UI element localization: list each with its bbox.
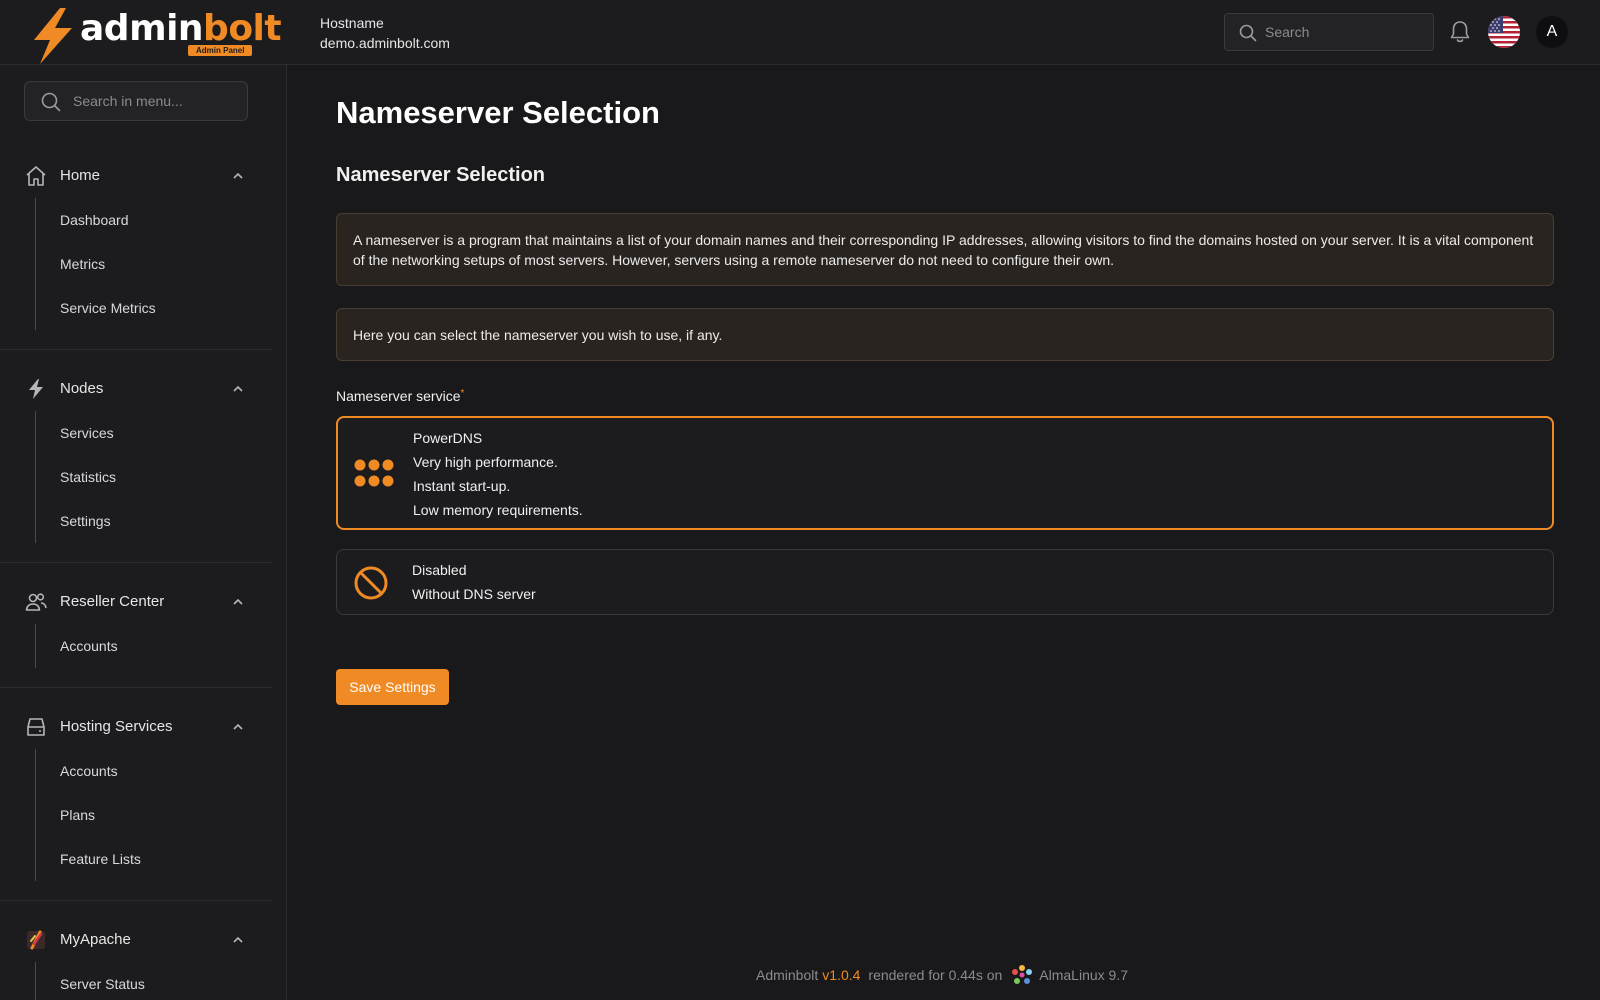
sidebar-item-dashboard[interactable]: Dashboard: [36, 198, 272, 242]
footer-os: AlmaLinux 9.7: [1039, 967, 1128, 983]
notifications-bell-icon[interactable]: [1449, 20, 1471, 44]
sidebar-divider: [0, 562, 272, 563]
sidebar-group-label: Hosting Services: [60, 718, 173, 735]
sidebar-group-myapache: MyApache Server Status: [0, 918, 272, 1000]
hostname-label: Hostname: [320, 15, 384, 31]
bolt-icon: [29, 379, 43, 399]
nameserver-field-label: Nameserver service*: [336, 388, 465, 404]
sidebar: Home Dashboard Metrics Service Metrics N…: [0, 65, 287, 1000]
page-title: Nameserver Selection: [336, 95, 660, 130]
chevron-up-icon: [233, 598, 243, 605]
footer-render-text: rendered for 0.44s on: [868, 967, 1003, 983]
adminbolt-logo[interactable]: adminbolt Admin Panel: [30, 6, 282, 64]
sidebar-group-label: Reseller Center: [60, 593, 165, 610]
sidebar-submenu: Accounts Plans Feature Lists: [35, 749, 272, 881]
users-icon: [25, 593, 47, 611]
sidebar-group-myapache-toggle[interactable]: MyApache: [0, 918, 272, 962]
option-feature: Instant start-up.: [413, 478, 511, 494]
footer-app-name: Adminbolt: [756, 967, 819, 983]
sidebar-group-nodes-toggle[interactable]: Nodes: [0, 367, 272, 411]
sidebar-group-label: MyApache: [60, 931, 131, 948]
sidebar-group-reseller-toggle[interactable]: Reseller Center: [0, 580, 272, 624]
user-avatar[interactable]: A: [1536, 16, 1568, 48]
powerdns-dots-icon: [354, 459, 394, 487]
save-settings-button[interactable]: Save Settings: [336, 669, 449, 705]
sidebar-submenu: Accounts: [35, 624, 272, 668]
search-icon: [1239, 24, 1257, 42]
info-box-instruction: Here you can select the nameserver you w…: [336, 308, 1554, 361]
option-text: Disabled Without DNS server: [412, 558, 536, 606]
footer-version[interactable]: v1.0.4: [822, 967, 860, 983]
option-feature: Very high performance.: [413, 454, 558, 470]
chevron-up-icon: [233, 385, 243, 392]
sidebar-group-label: Nodes: [60, 380, 104, 397]
sidebar-item-hosting-accounts[interactable]: Accounts: [36, 749, 272, 793]
section-title: Nameserver Selection: [336, 164, 546, 186]
sidebar-divider: [0, 900, 272, 901]
option-disabled[interactable]: Disabled Without DNS server: [336, 549, 1554, 615]
sidebar-item-metrics[interactable]: Metrics: [36, 242, 272, 286]
sidebar-item-service-metrics[interactable]: Service Metrics: [36, 286, 272, 330]
sidebar-item-plans[interactable]: Plans: [36, 793, 272, 837]
home-icon: [26, 166, 46, 186]
option-feature: Low memory requirements.: [413, 502, 583, 518]
logo-bolt-icon: [34, 8, 72, 64]
main-content: Nameserver Selection Nameserver Selectio…: [288, 65, 1600, 1000]
search-icon: [41, 92, 61, 112]
sidebar-group-home: Home Dashboard Metrics Service Metrics: [0, 154, 272, 330]
sidebar-group-reseller-center: Reseller Center Accounts: [0, 580, 272, 668]
global-search-input[interactable]: [1265, 14, 1425, 50]
sidebar-divider: [0, 349, 272, 350]
sidebar-item-feature-lists[interactable]: Feature Lists: [36, 837, 272, 881]
menu-search-input[interactable]: [73, 82, 241, 120]
sidebar-submenu: Services Statistics Settings: [35, 411, 272, 543]
option-powerdns[interactable]: PowerDNS Very high performance. Instant …: [336, 416, 1554, 530]
hostname-value: demo.adminbolt.com: [320, 35, 450, 51]
server-icon: [27, 718, 45, 736]
almalinux-logo-icon: [1012, 965, 1033, 984]
sidebar-submenu: Server Status: [35, 962, 272, 1000]
option-feature: Without DNS server: [412, 586, 536, 602]
sidebar-item-server-status[interactable]: Server Status: [36, 962, 272, 1000]
sidebar-group-nodes: Nodes Services Statistics Settings: [0, 367, 272, 543]
sidebar-item-settings[interactable]: Settings: [36, 499, 272, 543]
sidebar-group-home-toggle[interactable]: Home: [0, 154, 272, 198]
option-name: Disabled: [412, 562, 467, 578]
top-header: adminbolt Admin Panel Hostname demo.admi…: [0, 0, 1600, 65]
sidebar-item-statistics[interactable]: Statistics: [36, 455, 272, 499]
sidebar-divider: [0, 687, 272, 688]
sidebar-group-hosting-toggle[interactable]: Hosting Services: [0, 705, 272, 749]
menu-search[interactable]: [24, 81, 248, 121]
logo-text: adminbolt: [80, 8, 282, 49]
sidebar-item-services[interactable]: Services: [36, 411, 272, 455]
apache-feather-icon: [27, 930, 45, 950]
required-marker: *: [460, 388, 465, 399]
disabled-icon: [354, 566, 388, 600]
chevron-up-icon: [233, 172, 243, 179]
sidebar-submenu: Dashboard Metrics Service Metrics: [35, 198, 272, 330]
sidebar-group-label: Home: [60, 167, 101, 184]
sidebar-item-reseller-accounts[interactable]: Accounts: [36, 624, 272, 668]
global-search[interactable]: [1224, 13, 1434, 51]
info-box-description: A nameserver is a program that maintains…: [336, 213, 1554, 286]
option-text: PowerDNS Very high performance. Instant …: [413, 426, 583, 522]
sidebar-group-hosting-services: Hosting Services Accounts Plans Feature …: [0, 705, 272, 881]
us-flag-icon[interactable]: [1488, 16, 1520, 48]
footer: Adminbolt v1.0.4 rendered for 0.44s on A…: [756, 960, 1128, 990]
chevron-up-icon: [233, 723, 243, 730]
chevron-up-icon: [233, 936, 243, 943]
option-name: PowerDNS: [413, 430, 483, 446]
logo-badge: Admin Panel: [188, 45, 253, 56]
hostname-info: Hostname demo.adminbolt.com: [320, 13, 450, 53]
